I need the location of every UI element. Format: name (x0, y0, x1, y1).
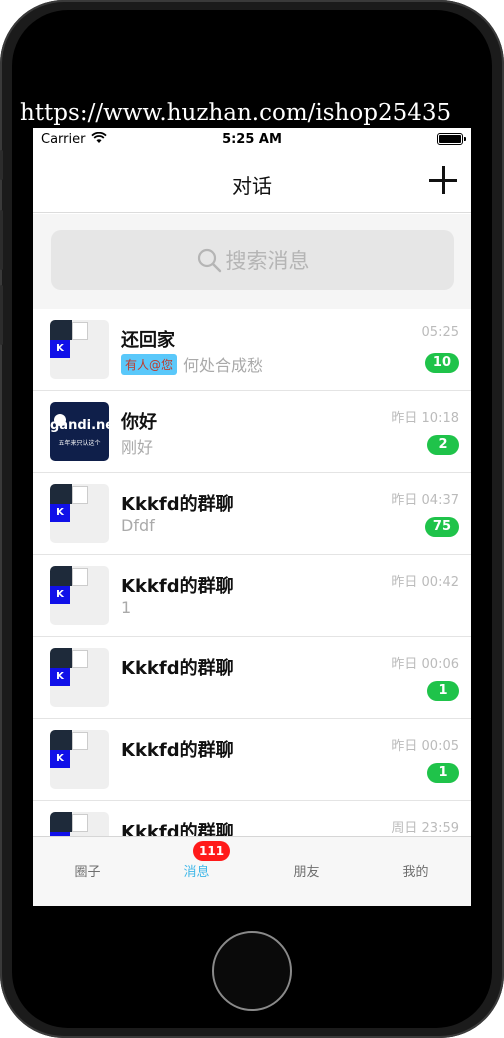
conversation-time: 昨日 10:18 (391, 411, 459, 426)
conversation-row[interactable]: K Kkkfd的群聊 Dfdf 昨日 04:37 75 (33, 473, 471, 555)
conversation-preview: 有人@您 何处合成愁 (121, 352, 263, 376)
preview-text: 何处合成愁 (183, 356, 264, 375)
unread-badge: 10 (424, 353, 459, 373)
conversation-row[interactable]: K Kkkfd的群聊 昨日 00:05 1 (33, 719, 471, 801)
conversation-time: 周日 23:59 (391, 821, 459, 836)
avatar-brand-text: gandi.net (50, 418, 109, 433)
phone-screen: Carrier 5:25 AM 对话 搜索消息 K 还回家 有人@您 何处合成愁… (33, 128, 471, 906)
tab-messages[interactable]: 消息 (142, 861, 251, 880)
volume-down-button (0, 285, 3, 345)
search-placeholder: 搜索消息 (225, 249, 310, 273)
tab-bar: 圈子 消息 朋友 我的 111 (33, 836, 471, 906)
conversation-row[interactable]: K 还回家 有人@您 何处合成愁 05:25 10 (33, 309, 471, 391)
search-input[interactable]: 搜索消息 (51, 230, 454, 290)
messages-badge: 111 (193, 841, 231, 861)
conversation-name: 还回家 (121, 330, 175, 351)
home-button[interactable] (212, 931, 292, 1011)
group-avatar: K (50, 320, 109, 379)
conversation-row[interactable]: K Kkkfd的群聊 周日 23:59 (33, 801, 471, 836)
conversation-time: 昨日 00:06 (391, 657, 459, 672)
tab-me[interactable]: 我的 (361, 861, 470, 880)
conversation-name: Kkkfd的群聊 (121, 658, 234, 679)
nav-bar: 对话 (33, 150, 471, 213)
status-time: 5:25 AM (222, 132, 282, 147)
group-avatar: K (50, 484, 109, 543)
conversation-name: 你好 (121, 412, 157, 433)
volume-up-button (0, 210, 3, 270)
conversation-time: 昨日 04:37 (391, 493, 459, 508)
conversation-preview: 刚好 (121, 438, 154, 457)
mention-tag: 有人@您 (121, 353, 178, 375)
conversation-name: Kkkfd的群聊 (121, 576, 234, 597)
conversation-name: Kkkfd的群聊 (121, 822, 234, 836)
search-section: 搜索消息 (33, 214, 471, 309)
tab-circle[interactable]: 圈子 (33, 861, 142, 880)
mute-switch (0, 150, 3, 180)
conversation-time: 05:25 (421, 325, 459, 340)
unread-badge: 1 (427, 681, 459, 701)
conversation-row[interactable]: K Kkkfd的群聊 1 昨日 00:42 (33, 555, 471, 637)
conversation-name: Kkkfd的群聊 (121, 740, 234, 761)
unread-badge: 1 (427, 763, 459, 783)
battery-icon (437, 133, 466, 145)
conversation-time: 昨日 00:42 (391, 575, 459, 590)
group-avatar: K (50, 730, 109, 789)
conversation-preview: 1 (121, 598, 132, 617)
conversation-list: K 还回家 有人@您 何处合成愁 05:25 10 gandi.net 五年来只… (33, 309, 471, 836)
unread-badge: 2 (427, 435, 459, 455)
add-conversation-button[interactable] (429, 166, 457, 194)
tab-friends[interactable]: 朋友 (252, 861, 361, 880)
group-avatar: K (50, 812, 109, 836)
avatar-caption-text: 五年来只认这个 (58, 440, 101, 447)
conversation-name: Kkkfd的群聊 (121, 494, 234, 515)
page-title: 对话 (232, 174, 272, 198)
search-icon (197, 248, 221, 273)
watermark-url: https://www.huzhan.com/ishop25435 (20, 100, 452, 126)
conversation-preview: Dfdf (121, 516, 155, 535)
conversation-row[interactable]: K Kkkfd的群聊 昨日 00:06 1 (33, 637, 471, 719)
conversation-time: 昨日 00:05 (391, 739, 459, 754)
group-avatar: K (50, 566, 109, 625)
status-bar: Carrier 5:25 AM (33, 128, 471, 150)
unread-badge: 75 (424, 517, 459, 537)
user-avatar: gandi.net 五年来只认这个 (50, 402, 109, 461)
group-avatar: K (50, 648, 109, 707)
conversation-row[interactable]: gandi.net 五年来只认这个 你好 刚好 昨日 10:18 2 (33, 391, 471, 473)
